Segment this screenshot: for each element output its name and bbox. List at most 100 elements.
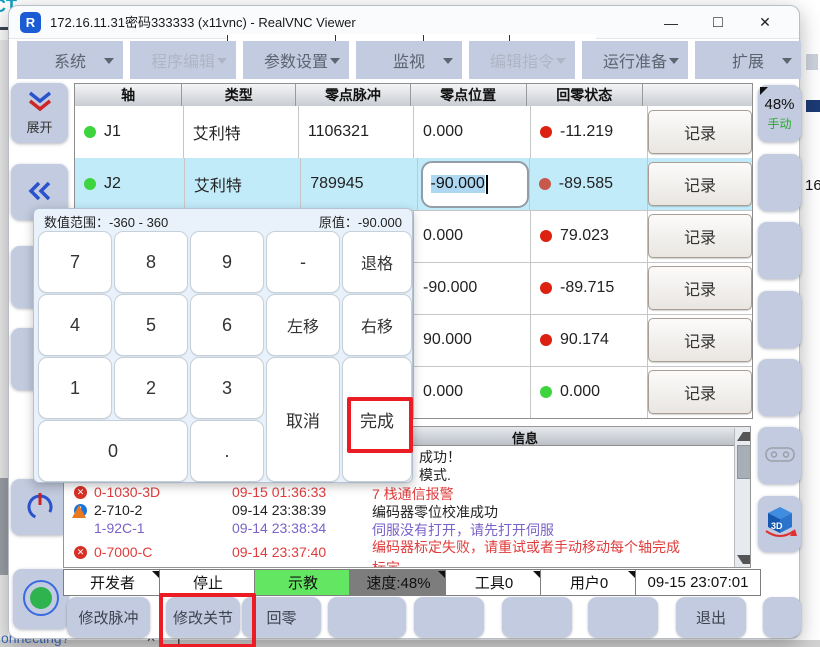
zero-position-input[interactable]: -90.000 xyxy=(421,161,529,208)
info-scrollbar[interactable] xyxy=(734,428,751,568)
status-label: 用户0 xyxy=(570,572,608,593)
key-9[interactable]: 9 xyxy=(190,231,264,293)
status-speed[interactable]: 速度:48% xyxy=(349,569,448,596)
home-status-cell: -89.585 xyxy=(530,158,648,211)
modify-pulse-button[interactable]: 修改脉冲 xyxy=(67,597,150,637)
key-3[interactable]: 3 xyxy=(190,357,264,419)
status-user-level[interactable]: 开发者 xyxy=(63,569,162,596)
home-status-dot xyxy=(539,178,551,190)
background-bottom-strip xyxy=(0,640,820,647)
key-5[interactable]: 5 xyxy=(114,294,188,356)
log-line-fragment[interactable]: 成功！ xyxy=(419,447,461,467)
axis-label: J1 xyxy=(104,123,121,141)
zero-position-cell[interactable]: 90.000 xyxy=(414,314,531,367)
log-code: 0-7000-C xyxy=(94,544,152,560)
side-empty-button[interactable] xyxy=(758,359,801,416)
log-line-fragment[interactable]: 模式. xyxy=(419,465,451,485)
record-button[interactable]: 记录 xyxy=(648,266,752,310)
chevron-down-icon xyxy=(782,58,792,64)
bottom-empty-button[interactable] xyxy=(502,597,572,637)
scroll-up-icon[interactable] xyxy=(737,432,751,441)
status-run-state: 停止 xyxy=(159,569,257,596)
key-2[interactable]: 2 xyxy=(114,357,188,419)
key-dot[interactable]: . xyxy=(190,420,264,482)
key-backspace[interactable]: 退格 xyxy=(342,231,412,293)
scrollbar-thumb[interactable] xyxy=(737,445,751,479)
record-button[interactable]: 记录 xyxy=(648,162,752,206)
maximize-button[interactable]: □ xyxy=(701,6,735,39)
zero-position-cell[interactable]: 0.000 xyxy=(414,210,531,263)
key-cancel[interactable]: 取消 xyxy=(266,357,340,482)
key-move-right[interactable]: 右移 xyxy=(342,294,412,356)
status-label: 停止 xyxy=(193,572,223,593)
axis-status-dot xyxy=(84,126,96,138)
menu-label: 监视 xyxy=(393,48,425,72)
speed-mode-button[interactable]: 48% 手动 xyxy=(758,85,801,142)
record-button[interactable]: 记录 xyxy=(648,110,752,154)
key-7[interactable]: 7 xyxy=(38,231,112,293)
axis-label: J2 xyxy=(104,175,121,193)
bottom-empty-button[interactable] xyxy=(328,597,406,637)
table-header-row: 轴 类型 零点脉冲 零点位置 回零状态 xyxy=(75,84,752,106)
minimize-button[interactable]: — xyxy=(654,6,688,39)
log-message: 编码器标定失败，请重试或者手动移动每个轴完成 xyxy=(372,537,680,557)
log-time: 09-14 23:38:39 xyxy=(232,502,326,518)
record-button[interactable]: 记录 xyxy=(648,370,752,414)
power-button[interactable] xyxy=(11,479,68,535)
key-move-left[interactable]: 左移 xyxy=(266,294,340,356)
zero-position-cell[interactable]: 0.000 xyxy=(414,366,531,418)
home-status-value: 79.023 xyxy=(560,227,609,245)
chevron-down-icon xyxy=(669,58,679,64)
side-empty-button[interactable] xyxy=(758,222,801,279)
axis-cell: J2 xyxy=(75,158,185,211)
key-0[interactable]: 0 xyxy=(38,420,188,482)
menu-extension[interactable]: 扩展 xyxy=(695,41,801,79)
status-tool[interactable]: 工具0 xyxy=(445,569,543,596)
log-message-wrap: 标定 xyxy=(372,558,400,568)
key-8[interactable]: 8 xyxy=(114,231,188,293)
bottom-empty-button[interactable] xyxy=(588,597,658,637)
menu-label: 程序编辑 xyxy=(151,48,215,72)
background-navy-fragment xyxy=(806,100,820,112)
keypad-original-label: 原值：-90.000 xyxy=(319,212,402,231)
status-user-frame[interactable]: 用户0 xyxy=(540,569,638,596)
status-label: 09-15 23:07:01 xyxy=(648,574,749,591)
side-bottom-empty-button[interactable] xyxy=(763,597,801,637)
expand-button[interactable]: 展开 xyxy=(11,83,68,143)
table-row-selected[interactable]: J2 艾利特 789945 -90.000 -89.585 记录 xyxy=(75,158,752,211)
record-button[interactable]: 记录 xyxy=(648,214,752,258)
menu-monitor[interactable]: 监视 xyxy=(356,41,462,79)
key-minus[interactable]: - xyxy=(266,231,340,293)
bottom-empty-button[interactable] xyxy=(414,597,484,637)
menu-system[interactable]: 系统 xyxy=(17,41,123,79)
side-empty-button[interactable] xyxy=(758,291,801,348)
key-6[interactable]: 6 xyxy=(190,294,264,356)
svg-text:3D: 3D xyxy=(771,521,783,531)
record-button[interactable]: 记录 xyxy=(648,318,752,362)
enable-indicator-button[interactable] xyxy=(13,569,69,629)
menu-run-prepare[interactable]: 运行准备 xyxy=(582,41,688,79)
home-status-cell: -11.219 xyxy=(531,106,648,159)
table-row[interactable]: J1 艾利特 1106321 0.000 -11.219 记录 xyxy=(75,106,752,159)
view-3d-button[interactable]: 3D xyxy=(758,496,801,552)
exit-button[interactable]: 退出 xyxy=(676,597,746,637)
zero-position-cell[interactable]: 0.000 xyxy=(414,106,531,159)
log-code: 0-1030-3D xyxy=(94,484,160,500)
home-status-cell: 0.000 xyxy=(531,366,648,418)
home-status-cell: 90.174 xyxy=(531,314,648,367)
zero-position-cell[interactable]: -90.000 xyxy=(414,262,531,315)
close-button[interactable]: ✕ xyxy=(748,6,782,39)
cube-3d-icon: 3D xyxy=(762,506,798,543)
pulse-cell: 1106321 xyxy=(299,106,414,159)
log-time: 09-14 23:37:40 xyxy=(232,544,326,560)
key-1[interactable]: 1 xyxy=(38,357,112,419)
menu-parameter-settings[interactable]: 参数设置 xyxy=(243,41,349,79)
key-4[interactable]: 4 xyxy=(38,294,112,356)
status-mode: 示教 xyxy=(254,569,352,596)
chevron-down-icon xyxy=(443,58,453,64)
joystick-button[interactable] xyxy=(758,427,801,484)
background-number-fragment: 16 xyxy=(805,177,820,194)
side-empty-button[interactable] xyxy=(758,154,801,211)
desktop: CT ss 16 onnecting? ✕ | R 172.16.11.31密码… xyxy=(0,0,820,647)
scroll-down-icon[interactable] xyxy=(737,555,751,564)
